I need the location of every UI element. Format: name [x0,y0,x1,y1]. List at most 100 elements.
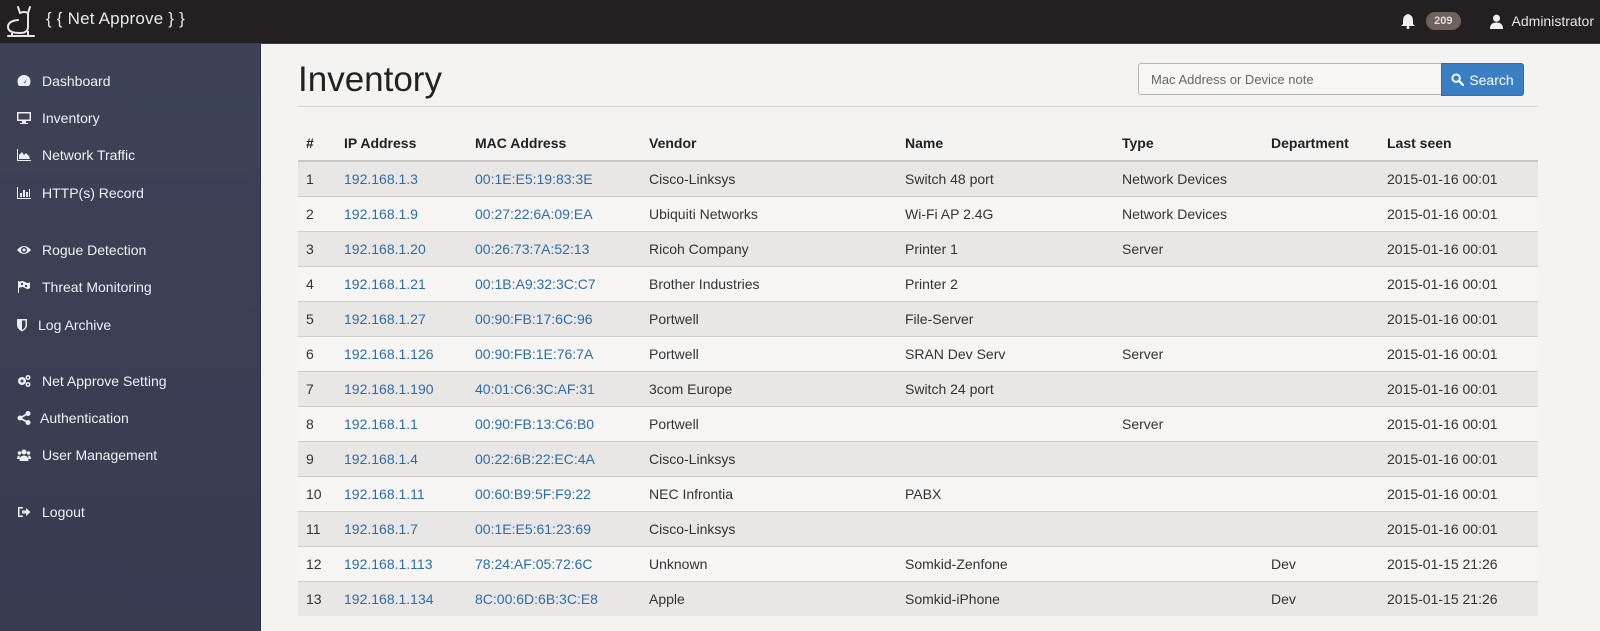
cell-vendor: Apple [641,580,897,616]
mac-address-link[interactable]: 00:1B:A9:32:3C:C7 [475,276,596,292]
table-row[interactable]: 12 192.168.1.113 78:24:AF:05:72:6C Unknown S… [298,545,1538,581]
cell-last-seen: 2015-01-16 00:01 [1379,475,1538,511]
mac-address-link[interactable]: 00:90:FB:1E:76:7A [475,346,593,362]
column-header-vendor[interactable]: Vendor [641,125,897,162]
column-header-number[interactable]: # [298,125,336,162]
mac-address-link[interactable]: 00:1E:E5:19:83:3E [475,171,593,187]
cell-device-name: Somkid-iPhone [897,580,1114,616]
table-row[interactable]: 6 192.168.1.126 00:90:FB:1E:76:7A Portwell S… [298,335,1538,371]
cell-number: 6 [298,335,336,371]
table-row[interactable]: 7 192.168.1.190 40:01:C6:3C:AF:31 3com Euro… [298,370,1538,406]
bar-chart-icon [16,186,32,200]
mac-address-link[interactable]: 40:01:C6:3C:AF:31 [475,381,595,397]
sidebar-item-inventory[interactable]: Inventory [0,102,261,134]
dashboard-icon [16,74,32,88]
cell-vendor: NEC Infrontia [641,475,897,511]
cat-logo-icon [6,6,35,37]
mac-address-link[interactable]: 8C:00:6D:6B:3C:E8 [475,591,598,607]
search-button[interactable]: Search [1441,63,1524,96]
table-row[interactable]: 5 192.168.1.27 00:90:FB:17:6C:96 Portwell Fi… [298,300,1538,336]
sidebar-item-log-archive[interactable]: Log Archive [0,309,261,341]
bell-icon[interactable] [1400,13,1416,29]
brand[interactable]: { { Net Approve } } [4,2,185,42]
user-menu[interactable]: Administrator [1512,13,1594,29]
cell-number: 2 [298,195,336,231]
cell-type: Network Devices [1114,160,1263,196]
cell-type [1114,440,1263,476]
ip-address-link[interactable]: 192.168.1.134 [344,591,434,607]
cell-ip-address: 192.168.1.134 [336,580,467,616]
notification-badge[interactable]: 209 [1426,12,1461,30]
cell-department: Dev [1263,545,1379,581]
sidebar-item-dashboard[interactable]: Dashboard [0,65,261,97]
column-header-ip-address[interactable]: IP Address [336,125,467,162]
cell-last-seen: 2015-01-16 00:01 [1379,265,1538,301]
cell-type [1114,475,1263,511]
ip-address-link[interactable]: 192.168.1.20 [344,241,426,257]
ip-address-link[interactable]: 192.168.1.27 [344,311,426,327]
table-row[interactable]: 8 192.168.1.1 00:90:FB:13:C6:B0 Portwell Ser… [298,405,1538,441]
column-header-mac-address[interactable]: MAC Address [467,125,641,162]
ip-address-link[interactable]: 192.168.1.113 [344,556,433,572]
sidebar-item-network-traffic[interactable]: Network Traffic [0,139,261,171]
cell-last-seen: 2015-01-15 21:26 [1379,545,1538,581]
cell-vendor: Portwell [641,300,897,336]
table-row[interactable]: 4 192.168.1.21 00:1B:A9:32:3C:C7 Brother In… [298,265,1538,301]
mac-address-link[interactable]: 00:60:B9:5F:F9:22 [475,486,591,502]
ip-address-link[interactable]: 192.168.1.21 [344,276,426,292]
cell-ip-address: 192.168.1.21 [336,265,467,301]
cell-mac-address: 00:90:FB:1E:76:7A [467,335,641,371]
cell-ip-address: 192.168.1.27 [336,300,467,336]
mac-address-link[interactable]: 00:27:22:6A:09:EA [475,206,593,222]
sidebar-item-user-management[interactable]: User Management [0,439,261,471]
cell-type [1114,370,1263,406]
sidebar-item-threat-monitoring[interactable]: Threat Monitoring [0,271,261,303]
sidebar-item-rogue-detection[interactable]: Rogue Detection [0,234,261,266]
ip-address-link[interactable]: 192.168.1.190 [344,381,434,397]
mac-address-link[interactable]: 00:1E:E5:61:23:69 [475,521,591,537]
main-content: Inventory Search # IP Address MAC Addres… [262,44,1600,631]
ip-address-link[interactable]: 192.168.1.7 [344,521,418,537]
mac-address-link[interactable]: 00:90:FB:13:C6:B0 [475,416,594,432]
cell-department: Dev [1263,580,1379,616]
mac-address-link[interactable]: 00:22:6B:22:EC:4A [475,451,595,467]
sidebar-item-net-approve-setting[interactable]: Net Approve Setting [0,365,261,397]
ip-address-link[interactable]: 192.168.1.1 [344,416,418,432]
cell-device-name: Switch 48 port [897,160,1114,196]
ip-address-link[interactable]: 192.168.1.3 [344,171,418,187]
table-row[interactable]: 10 192.168.1.11 00:60:B9:5F:F9:22 NEC Infro… [298,475,1538,511]
table-row[interactable]: 11 192.168.1.7 00:1E:E5:61:23:69 Cisco-Link… [298,510,1538,546]
cell-device-name [897,510,1114,546]
ip-address-link[interactable]: 192.168.1.4 [344,451,418,467]
ip-address-link[interactable]: 192.168.1.9 [344,206,418,222]
table-row[interactable]: 2 192.168.1.9 00:27:22:6A:09:EA Ubiquiti Ne… [298,195,1538,231]
sidebar-item-authentication[interactable]: Authentication [0,402,261,434]
cell-device-name: PABX [897,475,1114,511]
table-row[interactable]: 9 192.168.1.4 00:22:6B:22:EC:4A Cisco-Links… [298,440,1538,476]
column-header-department[interactable]: Department [1263,125,1379,162]
column-header-name[interactable]: Name [897,125,1114,162]
ip-address-link[interactable]: 192.168.1.11 [344,486,425,502]
ip-address-link[interactable]: 192.168.1.126 [344,346,434,362]
table-row[interactable]: 1 192.168.1.3 00:1E:E5:19:83:3E Cisco-Links… [298,160,1538,196]
sidebar-item-https-record[interactable]: HTTP(s) Record [0,177,261,209]
table-row[interactable]: 13 192.168.1.134 8C:00:6D:6B:3C:E8 Apple Som… [298,580,1538,616]
search-icon [1451,73,1465,86]
mac-address-link[interactable]: 78:24:AF:05:72:6C [475,556,593,572]
sidebar-item-logout[interactable]: Logout [0,496,261,528]
column-header-type[interactable]: Type [1114,125,1263,162]
mac-address-link[interactable]: 00:90:FB:17:6C:96 [475,311,593,327]
cell-vendor: 3com Europe [641,370,897,406]
column-header-last-seen[interactable]: Last seen [1379,125,1538,162]
cell-last-seen: 2015-01-16 00:01 [1379,230,1538,266]
inventory-table-body: 1 192.168.1.3 00:1E:E5:19:83:3E Cisco-Links… [298,160,1538,616]
cell-mac-address: 40:01:C6:3C:AF:31 [467,370,641,406]
cell-department [1263,405,1379,441]
mac-address-link[interactable]: 00:26:73:7A:52:13 [475,241,589,257]
sidebar-item-label: Net Approve Setting [42,373,167,389]
search-input[interactable] [1138,63,1441,95]
cell-ip-address: 192.168.1.7 [336,510,467,546]
cell-department [1263,510,1379,546]
cell-vendor: Portwell [641,335,897,371]
table-row[interactable]: 3 192.168.1.20 00:26:73:7A:52:13 Ricoh Comp… [298,230,1538,266]
